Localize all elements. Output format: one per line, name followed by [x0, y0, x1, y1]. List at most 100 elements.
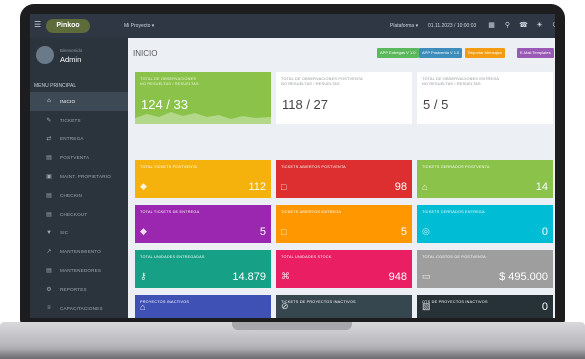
grid-icon[interactable]: ▦: [486, 19, 497, 32]
action-button-2[interactable]: APP Postventa V 1.0: [419, 48, 463, 58]
summary-label: TOTAL DE OBSERVACIONES POSTVENTA NO RESU…: [281, 77, 363, 86]
power-icon[interactable]: ⏻: [550, 19, 555, 32]
avatar[interactable]: [36, 46, 54, 64]
kpi-value: $ 495.000: [499, 271, 548, 283]
kpi-value: 14.879: [232, 271, 266, 283]
money-icon: ▭: [422, 271, 431, 281]
sidebar-nav: ⌂ INICIO ✎ TICKETS ⇄ ENTREGA ▤ POSTVENTA ▣ MAINT.…: [30, 92, 128, 318]
kpi-label: TOTAL UNIDADES ENTREGADAS: [140, 255, 205, 259]
tablet-icon: □: [281, 227, 287, 237]
action-button-1[interactable]: APP Entregas V 1.0: [377, 48, 419, 58]
checkin-icon: ▤: [46, 192, 52, 199]
cubes-icon: ⌘: [281, 271, 290, 281]
bell-icon[interactable]: ☀: [534, 19, 545, 32]
sidebar-item-label: CAPACITACIONES: [60, 305, 103, 311]
project-selector[interactable]: Mi Proyecto ▾: [124, 23, 154, 29]
summary-card[interactable]: TOTAL DE OBSERVACIONES NO RESUELTAS / RE…: [135, 72, 271, 124]
kpi-card[interactable]: TICKETS ABIERTOS POSTVENTA □ 98: [276, 160, 412, 198]
sidebar-item-label: TICKETS: [60, 117, 81, 123]
sidebar-item-maint-propietario[interactable]: ▣ MAINT. PROPIETARIO: [30, 167, 128, 186]
kpi-label: TICKETS ABIERTOS POSTVENTA: [281, 165, 346, 169]
laptop-shadow: [0, 349, 585, 359]
user-icon: ▣: [46, 174, 52, 181]
laptop-notch: [232, 322, 352, 330]
summary-card[interactable]: TOTAL DE OBSERVACIONES POSTVENTA NO RESU…: [276, 72, 412, 124]
sidebar-item-checkin[interactable]: ▤ CHECKIN: [30, 186, 128, 205]
sidebar-item-label: MAINT. PROPIETARIO: [60, 174, 111, 180]
kpi-label: TICKETS CERRADOS POSTVENTA: [422, 165, 490, 169]
tag-icon: ◆: [140, 181, 147, 191]
sidebar-item-mantenedores[interactable]: ▤ MANTENEDORES: [30, 261, 128, 280]
copy-icon: ▧: [422, 301, 431, 311]
kpi-value: 0: [541, 226, 548, 238]
sidebar: Bienvenido Admin MENU PRINCIPAL ⌂ INICIO ✎…: [30, 38, 128, 318]
menu-toggle-icon[interactable]: ☰: [34, 20, 41, 29]
screen: ☰ Pinkoo Mi Proyecto ▾ Plataforma ▾ 01.1…: [30, 14, 555, 318]
sidebar-item-checkout[interactable]: ▤ CHECKOUT: [30, 205, 128, 224]
kpi-value: 948: [388, 271, 407, 283]
sidebar-item-label: REPORTES: [60, 286, 87, 292]
kpi-value: 5: [259, 226, 266, 238]
topbar-icons: ▦ ⚲ ☎ ☀ ⏻: [486, 19, 555, 32]
book-icon: ▼: [46, 229, 53, 236]
truck-icon: ⇄: [46, 136, 52, 143]
lock-icon: ⌂: [422, 182, 428, 192]
action-button-4[interactable]: E-Mail Templates: [517, 48, 554, 58]
sidebar-item-label: ENTREGA: [60, 136, 84, 142]
kpi-card[interactable]: TICKETS CERRADOS POSTVENTA ⌂ 14: [417, 160, 553, 198]
kpi-card[interactable]: TICKETS DE PROYECTOS INACTIVOS ⊘: [276, 295, 412, 318]
sidebar-item-inicio[interactable]: ⌂ INICIO: [30, 92, 128, 111]
sidebar-item-sic[interactable]: ▼ SIC: [30, 224, 128, 243]
kpi-label: TICKETS CERRADOS ENTREGA: [422, 210, 485, 214]
kpi-card[interactable]: PROYECTOS INACTIVOS ⌂: [135, 295, 271, 318]
kpi-card[interactable]: TOTAL COSTOS DE POSTVENTA ▭ $ 495.000: [417, 250, 553, 288]
kpi-label: TICKETS ABIERTOS ENTREGA: [281, 210, 342, 214]
list-icon: ≡: [47, 305, 51, 312]
sidebar-item-label: CHECKOUT: [60, 211, 88, 217]
sidebar-item-tickets[interactable]: ✎ TICKETS: [30, 111, 128, 130]
sidebar-item-label: MANTENIMIENTO: [60, 249, 102, 255]
action-button-3[interactable]: Reportar Mensajes: [465, 48, 505, 58]
database-icon: ▤: [46, 268, 52, 275]
sidebar-item-reportes[interactable]: ⚙ REPORTES: [30, 280, 128, 299]
phone-icon[interactable]: ☎: [518, 19, 529, 32]
key-icon: ⚷: [140, 271, 147, 281]
sidebar-item-postventa[interactable]: ▤ POSTVENTA: [30, 148, 128, 167]
kpi-value: 14: [535, 181, 548, 193]
kpi-label: PROYECTOS INACTIVOS: [140, 300, 190, 304]
kpi-card[interactable]: TICKETS ABIERTOS ENTREGA □ 5: [276, 205, 412, 243]
sparkline: [135, 112, 271, 124]
summary-value: 5 / 5: [423, 97, 449, 112]
bank-icon: ◎: [422, 226, 430, 236]
sidebar-item-label: INICIO: [60, 98, 76, 104]
tag-icon: ◆: [140, 226, 147, 236]
main-content: INICIO APP Entregas V 1.0 APP Postventa V…: [128, 38, 555, 318]
kpi-value: 5: [400, 226, 407, 238]
kpi-value: 112: [248, 181, 266, 193]
sidebar-item-entrega[interactable]: ⇄ ENTREGA: [30, 130, 128, 149]
topbar: ☰ Pinkoo Mi Proyecto ▾ Plataforma ▾ 01.1…: [30, 14, 555, 38]
kpi-card[interactable]: TOTAL UNIDADES STOCK ⌘ 948: [276, 250, 412, 288]
platform-selector[interactable]: Plataforma ▾: [390, 23, 418, 29]
kpi-label: TOTAL COSTOS DE POSTVENTA: [422, 255, 486, 259]
kpi-card[interactable]: TOTAL TICKETS DE ENTREGA ◆ 5: [135, 205, 271, 243]
kpi-card[interactable]: TICKETS CERRADOS ENTREGA ◎ 0: [417, 205, 553, 243]
ticket-icon: ✎: [46, 117, 52, 124]
summary-label: TOTAL DE OBSERVACIONES NO RESUELTAS / RE…: [140, 77, 199, 86]
logo[interactable]: Pinkoo: [46, 19, 90, 33]
kpi-card[interactable]: TOTAL UNIDADES ENTREGADAS ⚷ 14.879: [135, 250, 271, 288]
kpi-card[interactable]: TOTAL TICKETS POSTVENTA ◆ 112: [135, 160, 271, 198]
kpi-card[interactable]: OTS DE PROYECTOS INACTIVOS ▧ 0: [417, 295, 553, 318]
kpi-label: TICKETS DE PROYECTOS INACTIVOS: [281, 300, 356, 304]
search-icon[interactable]: ⚲: [502, 19, 513, 32]
checkout-icon: ▤: [46, 211, 52, 218]
block-icon: ⊘: [281, 301, 289, 311]
sidebar-item-label: SIC: [60, 230, 69, 236]
sidebar-item-mantenimiento[interactable]: ↗ MANTENIMIENTO: [30, 242, 128, 261]
kpi-value: 0: [541, 301, 548, 313]
sidebar-item-capacitaciones[interactable]: ≡ CAPACITACIONES: [30, 299, 128, 318]
summary-card[interactable]: TOTAL DE OBSERVACIONES ENTREGA NO RESUEL…: [417, 72, 553, 124]
menu-heading: MENU PRINCIPAL: [34, 83, 77, 89]
summary-value: 118 / 27: [282, 97, 329, 112]
lock-icon: ⌂: [140, 302, 146, 312]
